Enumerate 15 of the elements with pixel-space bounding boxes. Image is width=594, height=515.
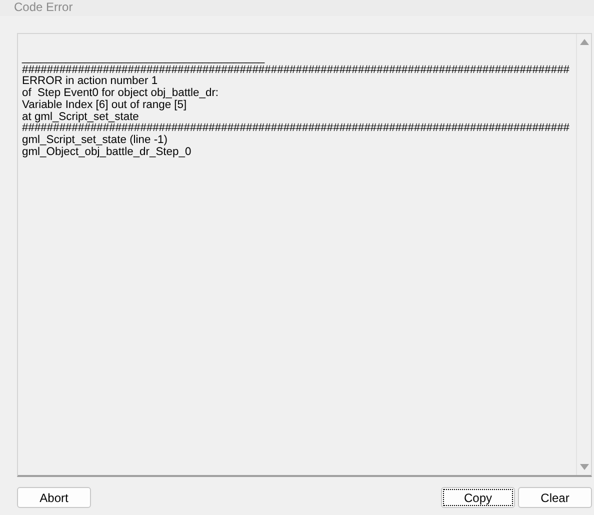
log-line: gml_Object_obj_battle_dr_Step_0 <box>22 146 192 158</box>
scroll-up-icon[interactable] <box>580 39 588 45</box>
window-title: Code Error <box>0 0 594 16</box>
log-line: Variable Index [6] out of range [5] <box>22 100 187 112</box>
log-line: ######################################################################################## <box>22 64 570 76</box>
log-line: of Step Event0 for object obj_battle_dr: <box>22 88 219 100</box>
log-line: at gml_Script_set_state <box>22 112 139 123</box>
log-line: gml_Script_set_state (line -1) <box>22 134 168 146</box>
scroll-down-icon[interactable] <box>580 464 588 470</box>
dialog-button[interactable]: Clear <box>518 487 592 508</box>
log-line: _______________________________________ <box>22 53 265 65</box>
dialog-button[interactable]: Copy <box>441 487 515 508</box>
dialog-button[interactable]: Abort <box>17 487 91 508</box>
log-line: ######################################################################################## <box>22 123 570 134</box>
log-line: ERROR in action number 1 <box>22 76 158 88</box>
